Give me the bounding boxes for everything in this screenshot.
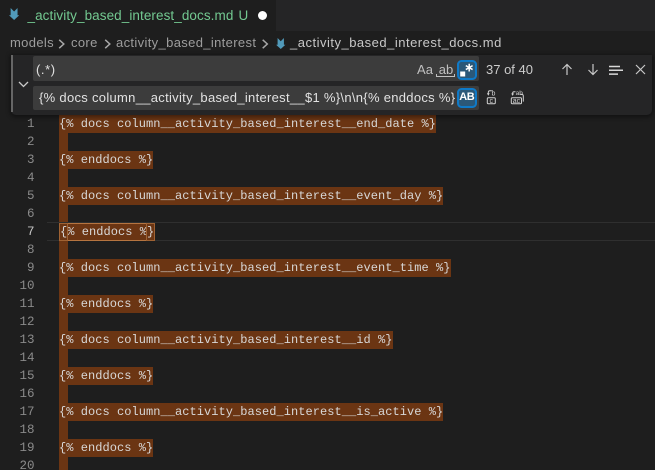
svg-text:ac: ac <box>513 98 521 105</box>
svg-text:b: b <box>492 90 496 97</box>
svg-text:ab: ab <box>516 90 524 97</box>
svg-text:c: c <box>490 98 494 105</box>
